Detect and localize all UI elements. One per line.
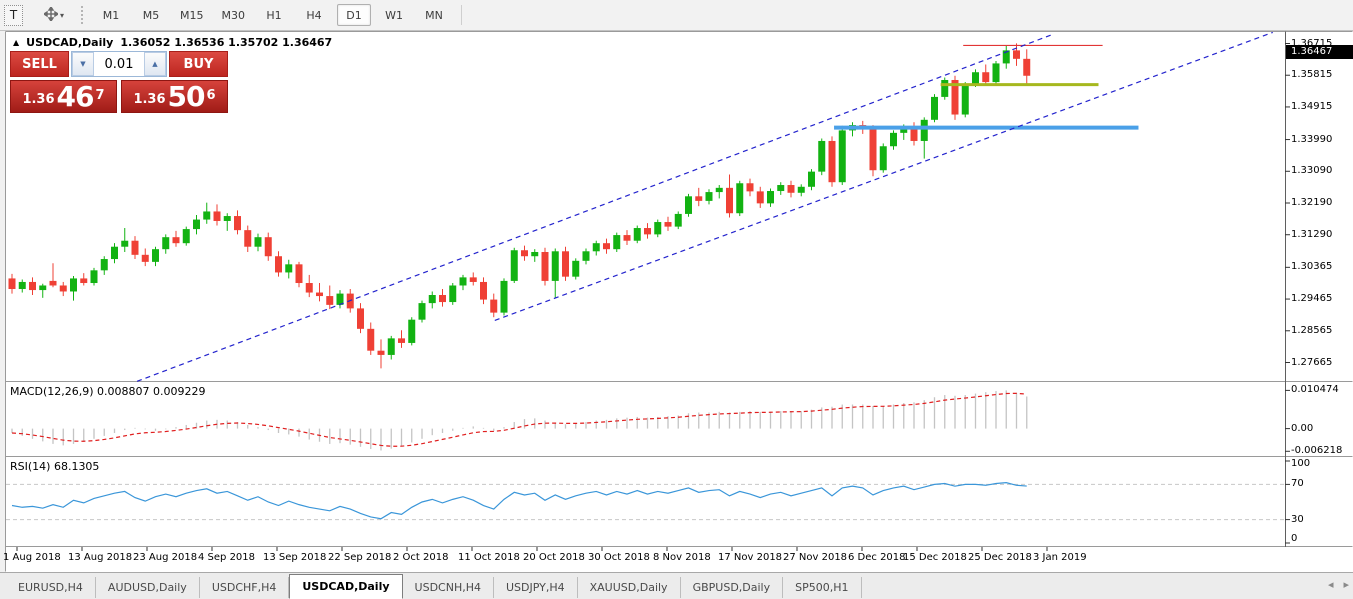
buy-price-button[interactable]: 1.36 50 6 [121, 80, 228, 113]
price-axis-label: 1.33990 [1291, 134, 1332, 145]
macd-axis-label: -0.006218 [1291, 445, 1342, 456]
date-axis-label: 17 Nov 2018 [718, 552, 782, 563]
chart-tab-eurusd[interactable]: EURUSD,H4 [6, 577, 96, 598]
chart-title: ▲ USDCAD,Daily 1.36052 1.36536 1.35702 1… [13, 36, 332, 49]
sell-price-pip: 7 [96, 81, 105, 111]
volume-stepper: ▼ 0.01 ▲ [71, 51, 167, 77]
text-tool-button[interactable]: T [4, 5, 23, 26]
date-axis-label: 25 Dec 2018 [968, 552, 1032, 563]
price-axis-label: 1.35815 [1291, 69, 1332, 80]
date-axis-label: 20 Oct 2018 [523, 552, 585, 563]
date-axis-label: 27 Nov 2018 [783, 552, 847, 563]
chart-symbol-label: USDCAD,Daily [26, 36, 113, 49]
tab-scroll-right-icon[interactable]: ▸ [1343, 578, 1349, 591]
volume-decrease-button[interactable]: ▼ [72, 52, 94, 76]
buy-price-prefix: 1.36 [133, 90, 165, 110]
rsi-axis-label: 0 [1291, 533, 1297, 544]
mt-terminal-window: T ▾ M1M5M15M30H1H4D1W1MN ▲ US [0, 0, 1353, 599]
date-axis-label: 3 Jan 2019 [1033, 552, 1087, 563]
macd-indicator-label: MACD(12,26,9) 0.008807 0.009229 [10, 385, 206, 398]
timeframe-button-d1[interactable]: D1 [337, 4, 371, 26]
chart-drag-tool-button[interactable]: ▾ [37, 4, 71, 26]
date-axis-label: 1 Aug 2018 [3, 552, 61, 563]
one-click-trading-panel: SELL ▼ 0.01 ▲ BUY 1.36 46 7 1.36 50 6 [10, 51, 228, 113]
price-axis-label: 1.28565 [1291, 325, 1332, 336]
timeframe-group: M1 M5 M15 M30H1 H4 D1 W1 MN [94, 4, 451, 26]
chart-client-area: ▲ USDCAD,Daily 1.36052 1.36536 1.35702 1… [0, 31, 1353, 599]
window-collapse-icon[interactable]: ▲ [13, 38, 19, 47]
chart-tab-usdchf[interactable]: USDCHF,H4 [200, 577, 290, 598]
macd-axis-label: 0.00 [1291, 423, 1313, 434]
toolbar: T ▾ M1 M5 M15 M30H1 H4 D1 W1 MN [0, 0, 1353, 31]
chart-tab-gbpusd[interactable]: GBPUSD,Daily [681, 577, 784, 598]
date-axis-label: 15 Dec 2018 [903, 552, 967, 563]
price-axis-label: 1.30365 [1291, 261, 1332, 272]
price-axis-label: 1.27665 [1291, 357, 1332, 368]
timeframe-button-h4[interactable]: H4 [297, 4, 331, 26]
rsi-axis-label: 100 [1291, 458, 1310, 469]
volume-increase-button[interactable]: ▲ [144, 52, 166, 76]
date-axis-label: 30 Oct 2018 [588, 552, 650, 563]
tab-scroll-controls: ◂ ▸ [1328, 578, 1349, 591]
move-arrows-icon [44, 7, 58, 24]
date-axis-label: 13 Aug 2018 [68, 552, 132, 563]
date-axis-label: 4 Sep 2018 [198, 552, 255, 563]
volume-input[interactable]: 0.01 [94, 52, 144, 76]
timeframe-button-m15[interactable]: M15 [174, 4, 210, 26]
sell-price-prefix: 1.36 [22, 90, 54, 110]
date-axis-label: 23 Aug 2018 [133, 552, 197, 563]
rsi-axis-label: 30 [1291, 514, 1304, 525]
sell-price-main: 46 [57, 83, 94, 110]
timeframe-button-mn[interactable]: MN [417, 4, 451, 26]
toolbar-grip[interactable] [81, 6, 86, 24]
rsi-indicator-label: RSI(14) 68.1305 [10, 460, 99, 473]
chart-tab-bar: EURUSD,H4AUDUSD,DailyUSDCHF,H4USDCAD,Dai… [0, 572, 1353, 599]
date-axis-label: 2 Oct 2018 [393, 552, 448, 563]
buy-button[interactable]: BUY [169, 51, 228, 77]
chart-tab-audusd[interactable]: AUDUSD,Daily [96, 577, 200, 598]
date-axis-label: 22 Sep 2018 [328, 552, 391, 563]
timeframe-button-m1[interactable]: M1 [94, 4, 128, 26]
rsi-axis-label: 70 [1291, 478, 1304, 489]
price-axis-label: 1.31290 [1291, 229, 1332, 240]
chart-tab-usdcad[interactable]: USDCAD,Daily [289, 574, 402, 599]
timeframe-button-m30[interactable]: M30 [216, 4, 252, 26]
sell-price-button[interactable]: 1.36 46 7 [10, 80, 117, 113]
timeframe-button-w1[interactable]: W1 [377, 4, 411, 26]
date-axis-label: 11 Oct 2018 [458, 552, 520, 563]
price-axis-label: 1.33090 [1291, 165, 1332, 176]
current-price-badge: 1.36467 [1286, 45, 1353, 59]
date-axis-label: 8 Nov 2018 [653, 552, 711, 563]
tab-scroll-left-icon[interactable]: ◂ [1328, 578, 1334, 591]
timeframe-button-h1[interactable]: H1 [257, 4, 291, 26]
chevron-down-icon: ▾ [60, 11, 64, 20]
price-axis-label: 1.32190 [1291, 197, 1332, 208]
chart-tab-usdjpy[interactable]: USDJPY,H4 [494, 577, 578, 598]
chart-tab-sp500[interactable]: SP500,H1 [783, 577, 861, 598]
buy-price-pip: 6 [207, 81, 216, 111]
sell-button[interactable]: SELL [10, 51, 69, 77]
chart-ohlc-values: 1.36052 1.36536 1.35702 1.36467 [120, 36, 332, 49]
price-axis-label: 1.29465 [1291, 293, 1332, 304]
date-axis-label: 6 Dec 2018 [848, 552, 906, 563]
date-axis-label: 13 Sep 2018 [263, 552, 326, 563]
toolbar-separator [461, 5, 462, 25]
chart-tab-xauusd[interactable]: XAUUSD,Daily [578, 577, 681, 598]
chart-tab-usdcnh[interactable]: USDCNH,H4 [403, 577, 494, 598]
timeframe-button-m5[interactable]: M5 [134, 4, 168, 26]
price-axis-label: 1.34915 [1291, 101, 1332, 112]
buy-price-main: 50 [168, 83, 205, 110]
macd-axis-label: 0.010474 [1291, 384, 1339, 395]
